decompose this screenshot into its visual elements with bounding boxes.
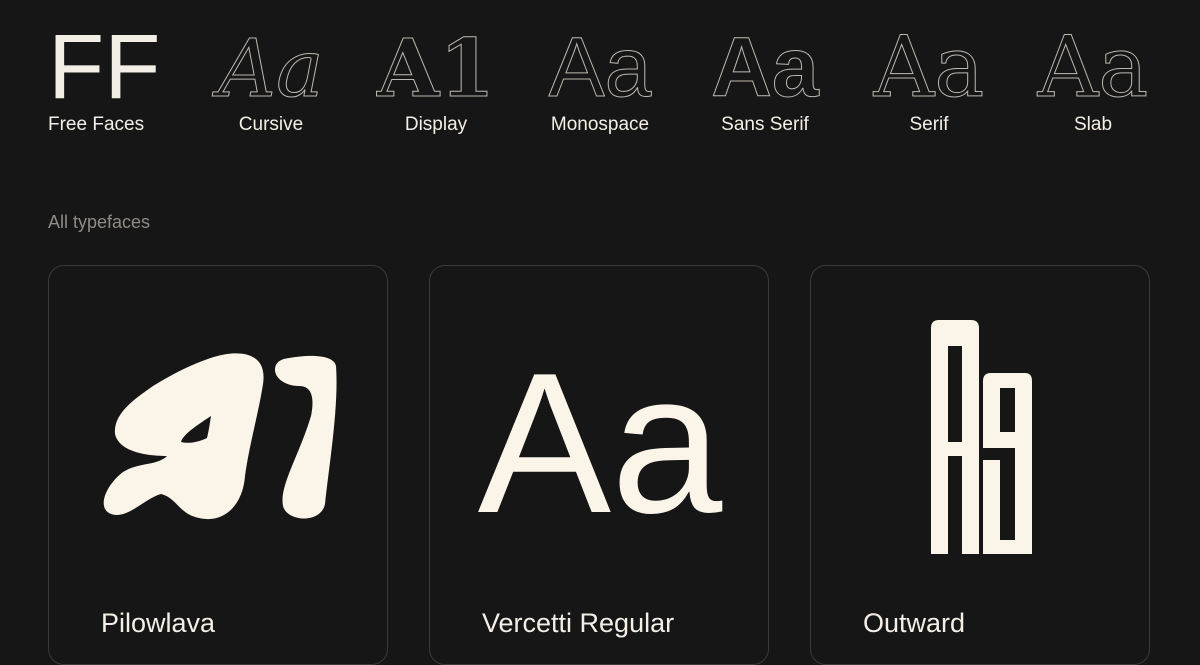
typeface-card-pilowlava[interactable]: Pilowlava <box>48 265 388 665</box>
slab-sample-icon: Aa <box>1018 18 1168 117</box>
pilowlava-specimen-icon <box>49 266 389 586</box>
section-heading-all-typefaces: All typefaces <box>48 212 151 232</box>
typeface-name-outward: Outward <box>863 608 966 638</box>
nav-monospace[interactable]: Aa Monospace <box>525 20 675 144</box>
monospace-sample-icon: Aa <box>525 20 675 115</box>
nav-label-display: Display <box>404 114 468 135</box>
slab-sample-text: Aa <box>1037 18 1149 116</box>
nav-display[interactable]: A1 Display <box>361 21 511 144</box>
serif-sample-icon: Aa <box>854 18 1004 117</box>
nav-label-cursive: Cursive <box>238 114 304 135</box>
typeface-card-vercetti-regular[interactable]: Aa Vercetti Regular <box>429 265 769 665</box>
sans-serif-sample-icon: Aa <box>690 20 840 115</box>
cursive-sample-icon: Aa <box>196 22 346 116</box>
nav-slab[interactable]: Aa Slab <box>1018 18 1168 144</box>
vercetti-specimen-text: Aa <box>478 332 723 555</box>
ff-logo-mark: FF <box>48 16 160 118</box>
vercetti-specimen-icon: Aa <box>430 266 770 586</box>
monospace-sample-text: Aa <box>549 20 652 114</box>
display-sample-icon: A1 <box>361 21 511 116</box>
nav-cursive[interactable]: Aa Cursive <box>196 22 346 144</box>
nav-label-monospace: Monospace <box>550 114 650 135</box>
nav-label-slab: Slab <box>1073 114 1113 135</box>
category-nav: FF Free Faces Aa Cursive A1 Display Aa M… <box>0 0 1200 150</box>
nav-serif[interactable]: Aa Serif <box>854 18 1004 144</box>
typeface-card-outward[interactable]: Outward <box>810 265 1150 665</box>
typeface-name-pilowlava: Pilowlava <box>101 608 216 638</box>
nav-label-serif: Serif <box>909 114 949 135</box>
nav-sans-serif[interactable]: Aa Sans Serif <box>690 20 840 144</box>
outward-specimen-icon <box>811 266 1151 586</box>
nav-free-faces-home[interactable]: FF Free Faces <box>48 16 198 144</box>
sans-serif-sample-text: Aa <box>711 20 820 114</box>
nav-label-sans-serif: Sans Serif <box>721 114 809 135</box>
cursive-sample-text: Aa <box>211 22 323 115</box>
typeface-name-vercetti-regular: Vercetti Regular <box>482 608 675 638</box>
serif-sample-text: Aa <box>873 18 985 116</box>
ff-logo-icon: FF <box>48 16 198 118</box>
nav-label-free-faces: Free Faces <box>48 114 145 135</box>
display-sample-text: A1 <box>376 21 495 115</box>
